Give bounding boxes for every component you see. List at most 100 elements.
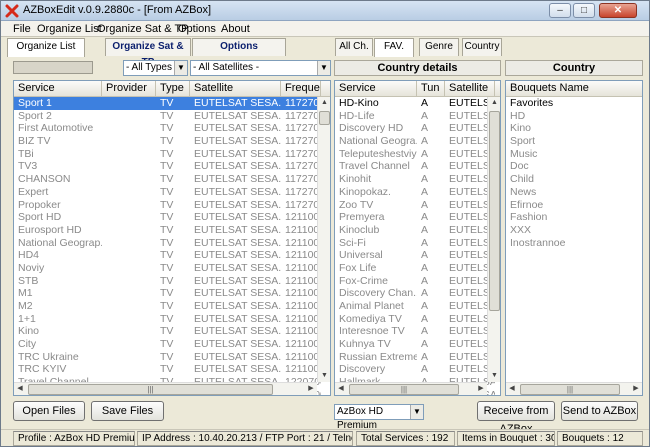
service-row[interactable]: TV3 TV EUTELSAT SESA... 1172700 (14, 160, 321, 173)
country-service-row[interactable]: Kinopokaz.AEUTELSAT SESA... (335, 186, 495, 199)
service-row[interactable]: TBi TV EUTELSAT SESA... 1172700 (14, 148, 321, 161)
scroll-left-icon[interactable]: ◀ (14, 383, 26, 395)
scroll-thumb[interactable] (319, 111, 330, 125)
scroll-down-icon[interactable]: ▼ (489, 370, 500, 382)
service-row[interactable]: Noviy TV EUTELSAT SESA... 1211000 (14, 262, 321, 275)
country-service-row[interactable]: Animal PlanetAEUTELSAT SESA... (335, 300, 495, 313)
col-provider[interactable]: Provider (102, 81, 156, 97)
scroll-up-icon[interactable]: ▲ (319, 97, 330, 109)
service-row[interactable]: National Geograp... TV EUTELSAT SESA... 121… (14, 237, 321, 250)
scroll-right-icon[interactable]: ▶ (630, 383, 642, 395)
country-details-vscroll[interactable]: ▲ ▼ (487, 97, 500, 382)
country-service-row[interactable]: HD-KinoAEUTELSAT SESA... (335, 97, 495, 110)
country-service-row[interactable]: Interesnoe TVAEUTELSAT SESA... (335, 325, 495, 338)
dropdown-arrow-icon[interactable]: ▼ (317, 61, 330, 75)
bouquet-row[interactable]: XXX (506, 224, 642, 237)
bouquet-row[interactable]: Kino (506, 122, 642, 135)
service-row[interactable]: M2 TV EUTELSAT SESA... 1211000 (14, 300, 321, 313)
scroll-thumb[interactable]: ||| (349, 384, 459, 395)
scroll-right-icon[interactable]: ▶ (475, 383, 487, 395)
menu-about[interactable]: About (221, 23, 250, 35)
save-files-button[interactable]: Save Files (91, 401, 164, 421)
scroll-thumb[interactable]: ||| (28, 384, 273, 395)
dropdown-arrow-icon[interactable]: ▼ (410, 405, 423, 419)
service-row[interactable]: CHANSON TV EUTELSAT SESA... 1172700 (14, 173, 321, 186)
bouquet-row[interactable]: Inostrannoe (506, 237, 642, 250)
service-row[interactable]: Expert TV EUTELSAT SESA... 1172700 (14, 186, 321, 199)
service-row[interactable]: First Automotive TV EUTELSAT SESA... 117270… (14, 122, 321, 135)
close-button[interactable]: ✕ (599, 3, 637, 18)
country-service-row[interactable]: UniversalAEUTELSAT SESA... (335, 249, 495, 262)
bouquet-row[interactable]: Sport (506, 135, 642, 148)
country-service-row[interactable]: HD-LifeAEUTELSAT SESA... (335, 110, 495, 123)
service-row[interactable]: Sport HD TV EUTELSAT SESA... 1211000 (14, 211, 321, 224)
bouquet-row[interactable]: Doc (506, 160, 642, 173)
bouquet-row[interactable]: HD (506, 110, 642, 123)
title-bar[interactable]: AZBoxEdit v.0.9.2880c - [From AZBox] – □… (1, 1, 649, 21)
country-service-row[interactable]: Sci-FiAEUTELSAT SESA... (335, 237, 495, 250)
service-row[interactable]: Sport 2 TV EUTELSAT SESA... 1172700 (14, 110, 321, 123)
search-box[interactable] (13, 61, 93, 74)
country-details-hscroll[interactable]: ◀ ||| ▶ (335, 382, 487, 395)
service-row[interactable]: Sport 1 TV EUTELSAT SESA... 1172700 (14, 97, 321, 110)
col-service[interactable]: Service (335, 81, 417, 97)
service-row[interactable]: HD4 TV EUTELSAT SESA... 1211000 (14, 249, 321, 262)
scroll-left-icon[interactable]: ◀ (506, 383, 518, 395)
scroll-thumb[interactable]: ||| (520, 384, 620, 395)
col-satellite[interactable]: Satellite (190, 81, 281, 97)
scroll-up-icon[interactable]: ▲ (489, 97, 500, 109)
tab-favorites[interactable]: FAV. (374, 38, 414, 57)
menu-options[interactable]: Options (178, 23, 216, 35)
bouquet-row[interactable]: News (506, 186, 642, 199)
col-frequency[interactable]: Frequen (281, 81, 321, 97)
service-row[interactable]: STB TV EUTELSAT SESA... 1211000 (14, 275, 321, 288)
tab-genre[interactable]: Genre (419, 38, 459, 56)
scroll-left-icon[interactable]: ◀ (335, 383, 347, 395)
bouquets-hscroll[interactable]: ◀ ||| ▶ (506, 382, 642, 395)
tab-all-channels[interactable]: All Ch. (335, 38, 373, 56)
services-grid[interactable]: Service Provider Type Satellite Frequen … (13, 80, 331, 396)
service-row[interactable]: BIZ TV TV EUTELSAT SESA... 1172700 (14, 135, 321, 148)
service-row[interactable]: Propoker TV EUTELSAT SESA... 1172700 (14, 199, 321, 212)
country-details-grid[interactable]: Service Tun Satellite HD-KinoAEUTELSAT S… (334, 80, 501, 396)
menu-organize-list[interactable]: Organize List (37, 23, 102, 35)
country-service-row[interactable]: Komediya TVAEUTELSAT SESA... (335, 313, 495, 326)
country-service-row[interactable]: Discovery HDAEUTELSAT SESA... (335, 122, 495, 135)
service-row[interactable]: Kino TV EUTELSAT SESA... 1211000 (14, 325, 321, 338)
bouquet-row[interactable]: Fashion (506, 211, 642, 224)
bouquet-row[interactable]: Favorites (506, 97, 642, 110)
open-files-button[interactable]: Open Files (13, 401, 85, 421)
services-vscroll[interactable]: ▲ ▼ (317, 97, 330, 382)
country-service-row[interactable]: Kuhnya TVAEUTELSAT SESA... (335, 338, 495, 351)
col-tuner[interactable]: Tun (417, 81, 445, 97)
dropdown-arrow-icon[interactable]: ▼ (174, 61, 187, 75)
service-row[interactable]: 1+1 TV EUTELSAT SESA... 1211000 (14, 313, 321, 326)
tab-options[interactable]: Options (192, 38, 286, 56)
send-to-azbox-button[interactable]: Send to AZBox (561, 401, 638, 421)
bouquet-row[interactable]: Efirnoe (506, 199, 642, 212)
scroll-down-icon[interactable]: ▼ (319, 370, 330, 382)
country-service-row[interactable]: Fox LifeAEUTELSAT SESA... (335, 262, 495, 275)
country-service-row[interactable]: Zoo TVAEUTELSAT SESA... (335, 199, 495, 212)
country-service-row[interactable]: DiscoveryAEUTELSAT SESA... (335, 363, 495, 376)
tab-country[interactable]: Country (462, 38, 502, 56)
country-service-row[interactable]: Discovery Chan...AEUTELSAT SESA... (335, 287, 495, 300)
tab-organize-list[interactable]: Organize List (7, 38, 85, 57)
bouquet-row[interactable]: Child (506, 173, 642, 186)
country-service-row[interactable]: KinohitAEUTELSAT SESA... (335, 173, 495, 186)
country-service-row[interactable]: Fox-CrimeAEUTELSAT SESA... (335, 275, 495, 288)
service-row[interactable]: Eurosport HD TV EUTELSAT SESA... 1211000 (14, 224, 321, 237)
country-service-row[interactable]: TeleputeshestviyaAEUTELSAT SESA... (335, 148, 495, 161)
service-row[interactable]: TRC KYIV TV EUTELSAT SESA... 1211000 (14, 363, 321, 376)
maximize-button[interactable]: □ (573, 3, 595, 18)
bouquets-grid[interactable]: Bouquets Name Favorites HD Kino Sport Music D… (505, 80, 643, 396)
service-row[interactable]: M1 TV EUTELSAT SESA... 1211000 (14, 287, 321, 300)
menu-file[interactable]: File (13, 23, 31, 35)
col-service[interactable]: Service (14, 81, 102, 97)
bouquet-row[interactable]: Music (506, 148, 642, 161)
col-type[interactable]: Type (156, 81, 190, 97)
scroll-right-icon[interactable]: ▶ (305, 383, 317, 395)
type-filter-select[interactable]: - All Types - ▼ (123, 60, 188, 76)
service-row[interactable]: TRC Ukraine TV EUTELSAT SESA... 1211000 (14, 351, 321, 364)
service-row[interactable]: City TV EUTELSAT SESA... 1211000 (14, 338, 321, 351)
